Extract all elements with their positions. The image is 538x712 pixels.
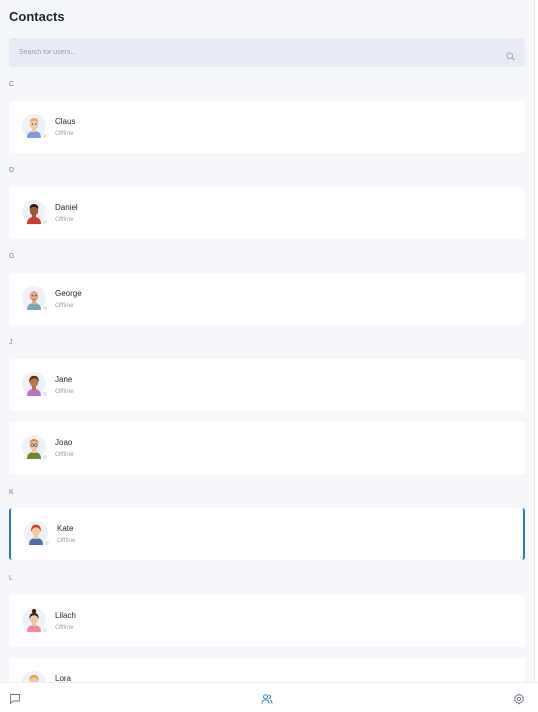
status-indicator <box>42 219 48 225</box>
group-letter-d: D <box>9 167 15 174</box>
status-indicator <box>42 133 48 139</box>
contact-item-george[interactable]: George Offline <box>9 273 525 325</box>
group-letter-k: K <box>9 489 14 496</box>
contact-status: Offline <box>57 537 76 544</box>
contact-name: Lilach <box>55 611 76 620</box>
search-icon[interactable] <box>506 48 515 61</box>
group-letter-l: L <box>9 575 13 582</box>
contact-status: Offline <box>55 216 74 223</box>
contact-item-daniel[interactable]: Daniel Offline <box>9 187 525 239</box>
contact-status: Offline <box>55 130 74 137</box>
contact-item-jane[interactable]: Jane Offline <box>9 359 525 411</box>
contact-status: Offline <box>55 624 74 631</box>
status-indicator <box>42 627 48 633</box>
contact-name: Joao <box>55 438 73 447</box>
avatar <box>22 372 48 397</box>
search-input[interactable] <box>19 38 489 67</box>
chat-icon[interactable] <box>9 692 21 704</box>
avatar <box>24 521 50 546</box>
contact-status: Offline <box>55 302 74 309</box>
status-indicator <box>42 305 48 311</box>
page-title: Contacts <box>9 9 65 24</box>
status-indicator <box>42 391 48 397</box>
contact-item-lilach[interactable]: Lilach Offline <box>9 595 525 647</box>
contact-item-joao[interactable]: Joao Offline <box>9 422 525 474</box>
group-letter-j: J <box>9 339 13 346</box>
contact-item-kate[interactable]: Kate Offline <box>9 508 525 560</box>
contact-status: Offline <box>55 388 74 395</box>
avatar <box>22 435 48 460</box>
contacts-panel: Contacts C Claus Offline D <box>0 0 534 712</box>
contact-item-claus[interactable]: Claus Offline <box>9 101 525 153</box>
group-letter-g: G <box>9 253 15 260</box>
gear-icon[interactable] <box>513 692 525 705</box>
avatar <box>22 200 48 225</box>
group-letter-c: C <box>9 81 15 88</box>
contact-name: Kate <box>57 524 74 533</box>
status-indicator <box>42 454 48 460</box>
avatar <box>22 286 48 311</box>
contact-name: Claus <box>55 117 76 126</box>
users-icon[interactable] <box>261 692 273 704</box>
contact-name: Jane <box>55 375 73 384</box>
status-indicator <box>44 540 50 546</box>
contact-name: Daniel <box>55 203 78 212</box>
scrollbar[interactable] <box>534 0 538 712</box>
avatar <box>22 114 48 139</box>
search-box[interactable] <box>9 38 525 67</box>
contact-name: George <box>55 289 82 298</box>
bottom-nav <box>0 682 538 712</box>
contact-status: Offline <box>55 451 74 458</box>
avatar <box>22 608 48 633</box>
